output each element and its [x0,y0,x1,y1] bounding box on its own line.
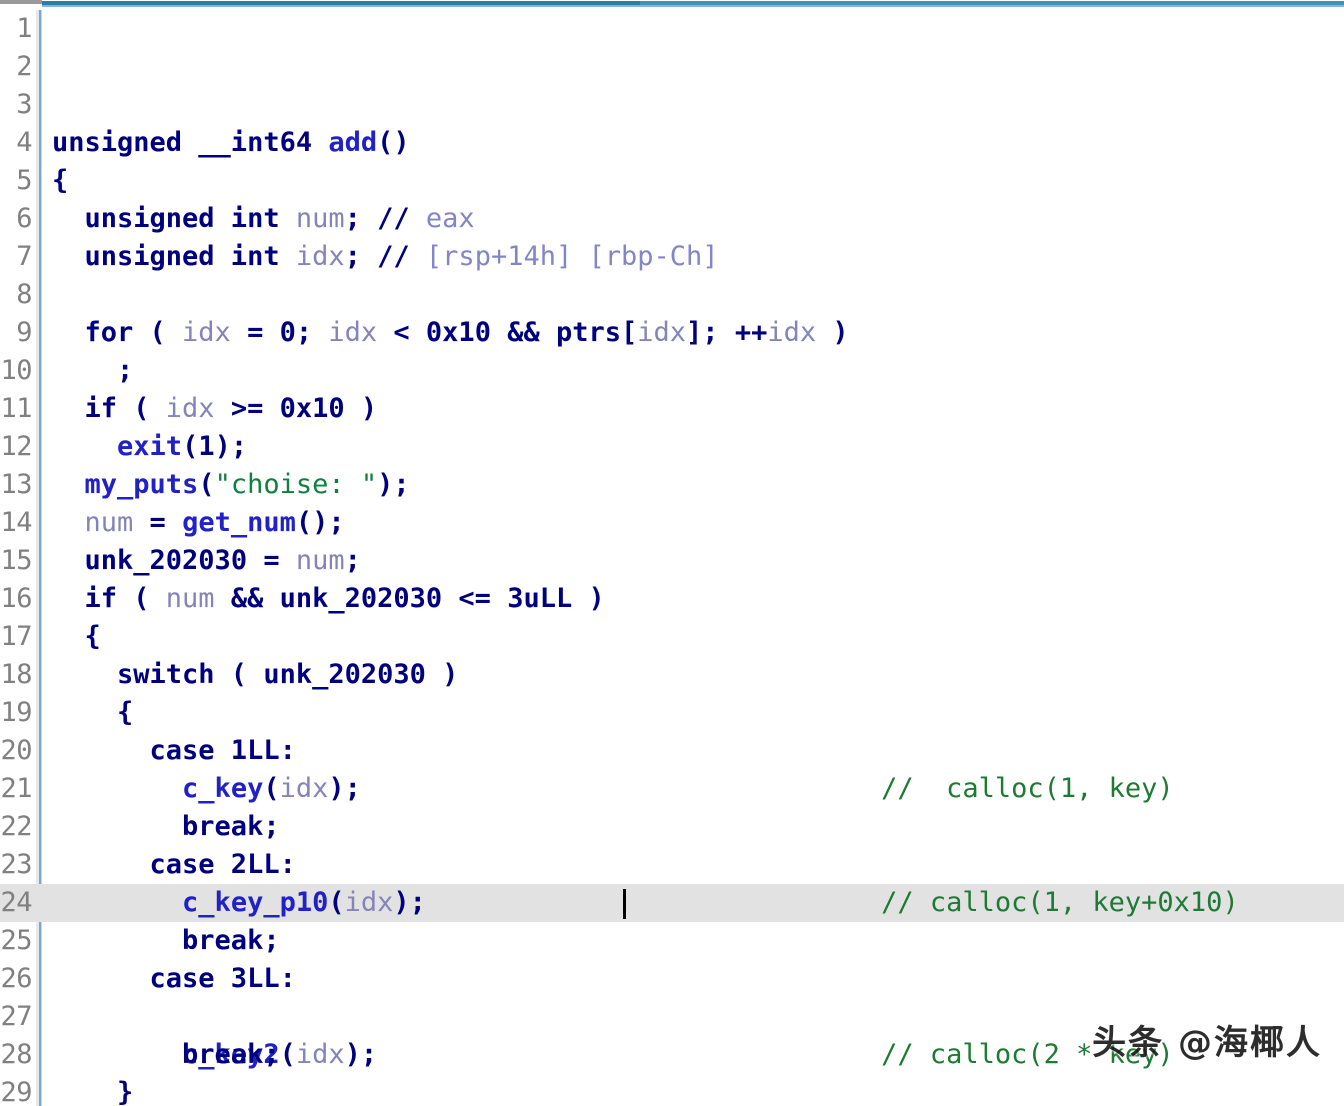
line-content: case 3LL: [52,963,296,994]
gutter-top-cap [0,0,42,4]
line-number: 1 [16,13,32,44]
line-number: 4 [16,127,32,158]
code-line[interactable]: 1 unsigned __int64 add() [16,10,1344,158]
window-top-chrome [0,0,1344,10]
line-content: { [52,621,101,652]
line-number: 27 [0,1001,32,1032]
line-number: 18 [0,659,32,690]
line-number: 22 [0,811,32,842]
line-number: 9 [16,317,32,348]
tab-edge-underline [42,5,1344,7]
line-number: 28 [0,1039,32,1070]
code-area[interactable]: 1 unsigned __int64 add() 2 { 3 unsigned … [0,10,1344,1106]
line-content: num = get_num(); [84,507,345,538]
line-number: 2 [16,51,32,82]
line-number: 7 [16,241,32,272]
line-number: 5 [16,165,32,196]
line-content: ; [52,355,134,386]
line-number: 16 [0,583,32,614]
line-content: c_key_p10(idx); // calloc(1, key+0x10) [182,887,1239,918]
line-number: 13 [0,469,32,500]
line-content: break; [52,925,280,956]
line-number: 3 [16,89,32,120]
line-number: 20 [0,735,32,766]
line-number: 11 [0,393,32,424]
line-content: break; [52,811,280,842]
code-line[interactable]: 2 { [16,48,1344,196]
line-number: 12 [0,431,32,462]
text-caret [623,889,626,919]
line-number: 19 [0,697,32,728]
line-number: 15 [0,545,32,576]
line-content: unsigned __int64 add() [52,127,410,158]
line-number: 26 [0,963,32,994]
line-content: case 2LL: [52,849,296,880]
line-content [42,276,1344,314]
line-number: 10 [0,355,32,386]
line-content: { [52,697,134,728]
line-number: 6 [16,203,32,234]
line-content: for ( idx = 0; idx < 0x10 && ptrs[idx]; … [52,317,849,348]
line-number: 17 [0,621,32,652]
line-number: 25 [0,925,32,956]
line-number: 24 [0,887,32,918]
line-number: 8 [16,279,32,310]
line-content: unsigned int num; // eax [52,203,475,234]
line-content: { [52,165,69,196]
line-content: unk_202030 = num; [84,545,361,576]
line-content: if ( num && unk_202030 <= 3uLL ) [52,583,605,614]
line-content: } [52,1077,134,1106]
line-number: 29 [0,1077,32,1106]
line-content: case 1LL: [52,735,296,766]
line-content: if ( idx >= 0x10 ) [52,393,378,424]
pseudocode-editor[interactable]: 1 unsigned __int64 add() 2 { 3 unsigned … [0,10,1344,1106]
line-content: my_puts("choise: "); [84,469,410,500]
line-content: exit(1); [117,431,248,462]
code-line[interactable]: 3 unsigned int num; // eax [16,86,1344,234]
line-number: 21 [0,773,32,804]
watermark: 头条 @海椰人 [1092,1023,1322,1063]
line-number: 14 [0,507,32,538]
line-content: c_key(idx); // calloc(1, key) [182,773,1174,804]
line-content: switch ( unk_202030 ) [52,659,459,690]
pseudocode-window: 1 unsigned __int64 add() 2 { 3 unsigned … [0,0,1344,1106]
line-content: unsigned int idx; // [rsp+14h] [rbp-Ch] [52,241,719,272]
line-number: 23 [0,849,32,880]
